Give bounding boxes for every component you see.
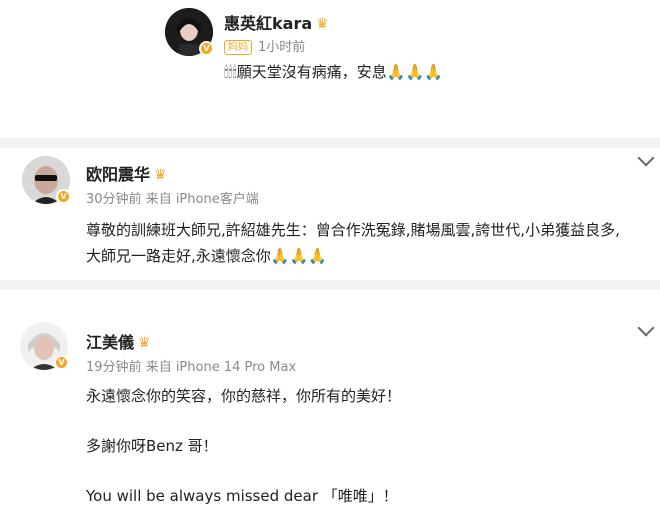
post-time: 1小时前: [258, 40, 306, 55]
crown-icon: ♛: [316, 16, 329, 32]
post-text-line-2: 大師兄一路走好,永遠懷念你🙏🙏🙏: [86, 247, 327, 265]
post-text: 🕯🕯🕯願天堂沒有病痛，安息🙏🙏🙏: [224, 63, 443, 81]
post-text-line-2: 多謝你呀Benz 哥！: [86, 437, 218, 455]
chevron-down-icon[interactable]: [637, 319, 655, 337]
post-2: V 欧阳震华 ♛ 30分钟前 来自 iPhone客户端 尊敬的訓練班大師兄,許紹雄…: [0, 148, 660, 278]
crown-icon: ♛: [138, 335, 151, 351]
chevron-down-icon[interactable]: [637, 149, 655, 167]
divider: [0, 280, 660, 290]
verified-icon: V: [56, 189, 71, 204]
post-meta: 妈妈 1小时前: [224, 36, 305, 55]
post-meta: 19分钟前 来自 iPhone 14 Pro Max: [86, 356, 296, 375]
post-source: 来自 iPhone 14 Pro Max: [145, 360, 297, 375]
verified-icon: V: [54, 355, 69, 370]
author-name[interactable]: 江美儀 ♛: [86, 329, 151, 353]
post-text-line-1: 永遠懷念你的笑容，你的慈祥，你所有的美好！: [86, 387, 402, 405]
verified-icon: V: [199, 41, 214, 56]
crown-icon: ♛: [154, 167, 167, 183]
post-time: 19分钟前: [86, 360, 142, 375]
post-3: V 江美儀 ♛ 19分钟前 来自 iPhone 14 Pro Max 永遠懷念你的…: [0, 300, 660, 518]
author-name[interactable]: 惠英紅kara ♛: [224, 10, 329, 34]
status-badge: 妈妈: [224, 40, 252, 55]
post-text-line-3: You will be always missed dear 「唯唯」！: [86, 487, 398, 505]
divider: [0, 138, 660, 148]
author-name[interactable]: 欧阳震华 ♛: [86, 161, 167, 185]
post-meta: 30分钟前 来自 iPhone客户端: [86, 188, 259, 207]
post-text-line-1: 尊敬的訓練班大師兄,許紹雄先生：曾合作洗冤錄,賭場風雲,誇世代,小弟獲益良多,: [86, 221, 620, 239]
post-source: 来自 iPhone客户端: [145, 192, 259, 207]
post-1: V 惠英紅kara ♛ 妈妈 1小时前 🕯🕯🕯願天堂沒有病痛，安息🙏🙏🙏: [0, 0, 660, 138]
post-time: 30分钟前: [86, 192, 142, 207]
